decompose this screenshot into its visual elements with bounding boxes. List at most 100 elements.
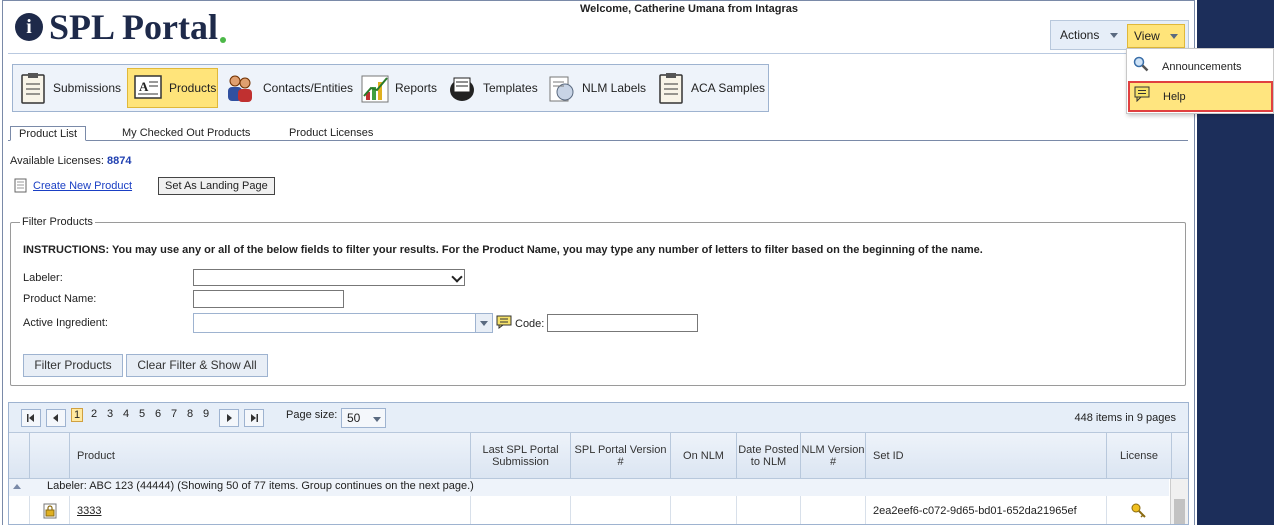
- page-link[interactable]: 3: [107, 408, 113, 420]
- product-name-label: Product Name:: [23, 293, 97, 305]
- label-icon: [549, 76, 574, 102]
- magnifier-icon: [1133, 56, 1149, 72]
- collapse-group-icon[interactable]: [13, 484, 21, 489]
- info-logo-icon: i: [15, 13, 43, 41]
- page-link[interactable]: 6: [155, 408, 161, 420]
- column-header-set-id[interactable]: Set ID: [865, 433, 1106, 479]
- create-product-row: Create New Product: [14, 178, 132, 193]
- page-size-select[interactable]: 50: [341, 408, 386, 428]
- welcome-message: Welcome, Catherine Umana from Intagras: [580, 3, 799, 15]
- page-size-label: Page size:: [286, 409, 338, 421]
- clear-filter-button[interactable]: Clear Filter & Show All: [126, 354, 268, 377]
- tab-my-checked-out-products[interactable]: My Checked Out Products: [114, 126, 258, 141]
- product-cell: 3333: [69, 496, 470, 524]
- chart-icon: [361, 75, 389, 103]
- column-header-date-posted[interactable]: Date Posted to NLM: [736, 433, 800, 479]
- key-icon[interactable]: [1131, 503, 1147, 519]
- group-header-row[interactable]: Labeler: ABC 123 (44444) (Showing 50 of …: [9, 479, 1169, 496]
- page-link[interactable]: 9: [203, 408, 209, 420]
- locked-document-icon: [43, 503, 56, 519]
- column-header-license[interactable]: License: [1106, 433, 1171, 479]
- page-link[interactable]: 2: [91, 408, 97, 420]
- labeler-select[interactable]: [193, 269, 465, 286]
- menu-item-help[interactable]: Help: [1128, 81, 1273, 112]
- view-label: View: [1134, 29, 1160, 43]
- menu-item-announcements[interactable]: Announcements: [1127, 51, 1273, 81]
- header-divider: [8, 53, 1188, 54]
- toolbar-label: Reports: [395, 81, 438, 95]
- column-header-nlm-version[interactable]: NLM Version #: [800, 433, 865, 479]
- rolodex-icon: [450, 77, 474, 101]
- chevron-down-icon: [1110, 33, 1118, 38]
- column-header-on-nlm[interactable]: On NLM: [670, 433, 736, 479]
- on-nlm-cell: [670, 496, 736, 524]
- app-logo: i SPL Portal: [15, 6, 226, 48]
- toolbar-label: NLM Labels: [582, 81, 647, 95]
- first-page-button[interactable]: [21, 409, 41, 427]
- grid-scrollbar[interactable]: [1170, 479, 1188, 524]
- chevron-down-icon: [480, 321, 488, 326]
- toolbar-nlm-labels[interactable]: NLM Labels: [546, 68, 646, 108]
- header-menu: Actions View: [1050, 20, 1189, 50]
- row-icon-cell: [29, 496, 69, 524]
- toolbar-label: Products: [169, 81, 217, 95]
- prev-page-icon: [53, 414, 58, 422]
- product-link[interactable]: 3333: [77, 505, 101, 517]
- next-page-icon: [227, 414, 232, 422]
- set-as-landing-page-button[interactable]: Set As Landing Page: [158, 177, 275, 195]
- prev-page-button[interactable]: [46, 409, 66, 427]
- combobox-dropdown-button[interactable]: [475, 314, 492, 332]
- last-page-icon: [251, 414, 258, 422]
- chevron-down-icon: [373, 417, 381, 422]
- active-ingredient-combobox[interactable]: [193, 313, 493, 333]
- chevron-down-icon: [1170, 34, 1178, 39]
- toolbar-submissions[interactable]: Submissions: [19, 68, 121, 108]
- column-header-last-submission[interactable]: Last SPL Portal Submission: [470, 433, 570, 479]
- toolbar-label: Submissions: [53, 81, 122, 95]
- help-note-icon[interactable]: [496, 315, 512, 329]
- tab-product-list[interactable]: Product List: [10, 126, 87, 141]
- toolbar-products[interactable]: A Products: [127, 68, 218, 108]
- grid-header: Product Last SPL Portal Submission SPL P…: [9, 433, 1188, 479]
- page-link[interactable]: 4: [123, 408, 129, 420]
- tab-product-licenses[interactable]: Product Licenses: [281, 126, 381, 141]
- column-header-portal-version[interactable]: SPL Portal Version #: [570, 433, 670, 479]
- create-new-product-link[interactable]: Create New Product: [33, 180, 132, 192]
- date-posted-cell: [736, 496, 800, 524]
- set-id-cell: 2ea2eef6-c072-9d65-bd01-652da21965ef: [865, 496, 1106, 524]
- last-submission-cell: [470, 496, 570, 524]
- last-page-button[interactable]: [244, 409, 264, 427]
- chevron-down-icon: [451, 271, 463, 283]
- help-note-icon: [1134, 86, 1150, 102]
- code-input[interactable]: [547, 314, 698, 332]
- view-menu-button[interactable]: View: [1127, 24, 1185, 48]
- page-link[interactable]: 7: [171, 408, 177, 420]
- page-link[interactable]: 5: [139, 408, 145, 420]
- document-icon: A: [134, 75, 162, 99]
- filter-products-button[interactable]: Filter Products: [23, 354, 123, 377]
- toolbar-label: Templates: [483, 81, 538, 95]
- column-header-product[interactable]: Product: [69, 433, 470, 479]
- toolbar-reports[interactable]: Reports: [361, 68, 437, 108]
- toolbar-label: ACA Samples: [691, 81, 766, 95]
- page-link[interactable]: 8: [187, 408, 193, 420]
- actions-menu-button[interactable]: Actions: [1054, 24, 1124, 48]
- scrollbar-thumb[interactable]: [1174, 499, 1185, 524]
- toolbar-contacts-entities[interactable]: Contacts/Entities: [223, 68, 353, 108]
- actions-label: Actions: [1060, 28, 1100, 42]
- toolbar-label: Contacts/Entities: [263, 81, 354, 95]
- clipboard-icon: [21, 73, 45, 104]
- active-ingredient-label: Active Ingredient:: [23, 317, 108, 329]
- items-count: 448 items in 9 pages: [1074, 412, 1176, 424]
- next-page-button[interactable]: [219, 409, 239, 427]
- page-link-current[interactable]: 1: [71, 408, 84, 422]
- grid-pager: 1 2 3 4 5 6 7 8 9 Page size: 50 448 item…: [9, 403, 1188, 433]
- product-tabs: Product List My Checked Out Products Pro…: [8, 126, 1188, 141]
- page: i SPL Portal Welcome, Catherine Umana fr…: [0, 0, 1274, 525]
- product-name-input[interactable]: [193, 290, 344, 308]
- column-header-spacer: [1171, 433, 1188, 479]
- table-row[interactable]: 3333 2ea2eef6-c072-9d65-bd01-652da21965e…: [9, 496, 1169, 524]
- toolbar-templates[interactable]: Templates: [447, 68, 538, 108]
- portal-version-cell: [570, 496, 670, 524]
- toolbar-aca-samples[interactable]: ACA Samples: [657, 68, 765, 108]
